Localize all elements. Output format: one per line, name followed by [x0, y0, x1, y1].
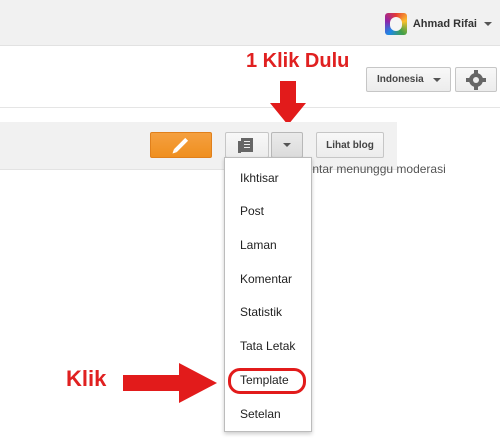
- chevron-down-icon[interactable]: [484, 22, 492, 26]
- chevron-down-icon: [283, 143, 291, 147]
- menu-item-posts[interactable]: Post: [225, 200, 311, 222]
- blog-menu-dropdown-button[interactable]: [271, 132, 303, 158]
- chevron-down-icon: [433, 78, 441, 82]
- menu-item-layout[interactable]: Tata Letak: [225, 335, 311, 357]
- arrow-shaft: [280, 81, 296, 105]
- menu-item-comments[interactable]: Komentar: [225, 268, 311, 290]
- menu-item-settings[interactable]: Setelan: [225, 403, 311, 425]
- avatar-icon[interactable]: [384, 13, 407, 35]
- settings-button[interactable]: [455, 67, 497, 92]
- annotation-click: Klik: [66, 366, 107, 391]
- annotation-click-first: 1 Klik Dulu: [246, 50, 350, 72]
- documents-icon: [238, 138, 253, 153]
- arrow-shaft: [123, 375, 183, 391]
- annotation-highlight-ring: [228, 368, 306, 394]
- menu-item-stats[interactable]: Statistik: [225, 301, 311, 323]
- menu-item-pages[interactable]: Laman: [225, 234, 311, 256]
- language-select[interactable]: Indonesia: [366, 67, 451, 92]
- view-blog-button[interactable]: Lihat blog: [316, 132, 384, 158]
- new-post-button[interactable]: [150, 132, 212, 158]
- account-menu[interactable]: Ahmad Rifai: [384, 12, 500, 36]
- menu-item-overview[interactable]: Ikhtisar: [225, 167, 311, 189]
- arrow-head: [179, 363, 217, 403]
- user-name[interactable]: Ahmad Rifai: [413, 18, 477, 30]
- language-label: Indonesia: [377, 74, 424, 85]
- pencil-icon: [173, 137, 189, 153]
- posts-list-button[interactable]: [225, 132, 269, 158]
- annotation-arrow-down: [270, 81, 306, 126]
- gear-icon: [466, 69, 486, 90]
- annotation-arrow-right: [123, 363, 218, 403]
